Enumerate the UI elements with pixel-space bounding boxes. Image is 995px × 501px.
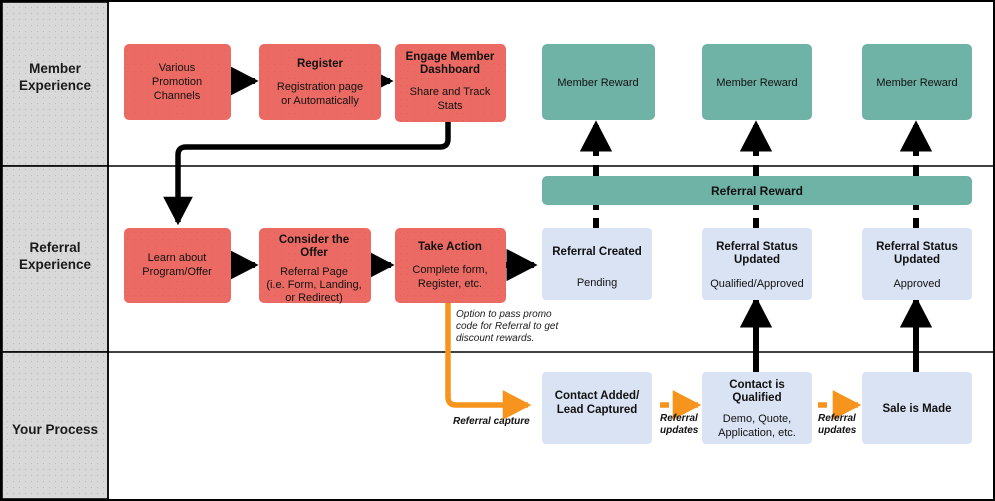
node-contact-is-qualified-sub-line2: Application, etc. — [718, 427, 796, 439]
node-engage-member-dashboard-title-line1: Engage Member — [406, 51, 495, 63]
node-contact-is-qualified[interactable]: Contact is Qualified Demo, Quote, Applic… — [702, 372, 812, 444]
swimlane-diagram-canvas: Member Experience Referral Experience Yo… — [0, 0, 995, 501]
node-register-sub-line1: Registration page — [277, 81, 363, 93]
lane-label-referral-experience-line2: Experience — [19, 257, 92, 272]
node-referral-created-shape[interactable] — [542, 228, 652, 300]
node-referral-status-updated-1-title-line2: Updated — [734, 254, 780, 266]
node-engage-member-dashboard[interactable]: Engage Member Dashboard Share and Track … — [395, 44, 506, 122]
node-member-reward-1[interactable]: Member Reward — [542, 44, 655, 120]
lane-label-your-process: Your Process — [12, 422, 98, 437]
node-referral-status-updated-1[interactable]: Referral Status Updated Qualified/Approv… — [702, 228, 812, 300]
node-referral-created-title: Referral Created — [552, 246, 641, 258]
node-member-reward-3-label: Member Reward — [876, 77, 957, 89]
node-take-action-title: Take Action — [418, 241, 482, 253]
node-consider-the-offer-sub-line2: (i.e. Form, Landing, — [266, 279, 361, 291]
node-take-action-sub-line2: Register, etc. — [418, 278, 482, 290]
node-sale-is-made[interactable]: Sale is Made — [862, 372, 972, 444]
node-engage-member-dashboard-title-line2: Dashboard — [420, 64, 480, 76]
annotation-referral-updates-2-line2: updates — [818, 425, 857, 436]
node-member-reward-3[interactable]: Member Reward — [862, 44, 972, 120]
annotation-referral-updates-1: Referral updates — [660, 413, 699, 436]
lane-label-referral-experience-line1: Referral — [29, 240, 80, 255]
node-member-reward-2-label: Member Reward — [716, 77, 797, 89]
node-referral-created[interactable]: Referral Created Pending — [542, 228, 652, 300]
node-take-action[interactable]: Take Action Complete form, Register, etc… — [395, 228, 506, 303]
annotation-promo-note-line2: code for Referral to get — [456, 321, 559, 332]
node-referral-status-updated-2-sub: Approved — [893, 278, 940, 290]
annotation-promo-note-line3: discount rewards. — [456, 333, 534, 344]
node-contact-added-lead-captured[interactable]: Contact Added/ Lead Captured — [542, 372, 652, 444]
diagram-svg: Member Experience Referral Experience Yo… — [0, 0, 995, 501]
node-contact-added-lead-captured-line2: Lead Captured — [557, 404, 638, 416]
node-sale-is-made-label: Sale is Made — [882, 403, 951, 415]
node-contact-is-qualified-title-line2: Qualified — [732, 392, 781, 404]
node-contact-added-lead-captured-line1: Contact Added/ — [555, 390, 640, 402]
node-referral-status-updated-1-sub: Qualified/Approved — [710, 278, 804, 290]
node-referral-created-sub: Pending — [577, 277, 617, 289]
node-various-promotion-channels[interactable]: Various Promotion Channels — [124, 44, 231, 120]
node-learn-about-program-line2: Program/Offer — [142, 266, 212, 278]
node-various-promotion-channels-line1: Various — [159, 62, 196, 74]
annotation-referral-updates-2: Referral updates — [818, 413, 857, 436]
node-contact-is-qualified-title-line1: Contact is — [729, 379, 785, 391]
node-referral-status-updated-1-title-line1: Referral Status — [716, 241, 798, 253]
node-member-reward-2[interactable]: Member Reward — [702, 44, 812, 120]
annotation-referral-updates-2-line1: Referral — [818, 413, 856, 424]
node-learn-about-program[interactable]: Learn about Program/Offer — [124, 228, 231, 303]
node-various-promotion-channels-line3: Channels — [154, 90, 201, 102]
node-consider-the-offer[interactable]: Consider the Offer Referral Page (i.e. F… — [259, 228, 371, 304]
node-consider-the-offer-title-line2: Offer — [300, 247, 328, 259]
node-engage-member-dashboard-sub-line1: Share and Track — [410, 86, 491, 98]
node-learn-about-program-line1: Learn about — [148, 252, 207, 264]
lane-label-member-experience-line1: Member — [29, 61, 82, 76]
node-consider-the-offer-title-line1: Consider the — [279, 234, 349, 246]
annotation-referral-updates-1-line1: Referral — [660, 413, 698, 424]
node-referral-reward-bar[interactable]: Referral Reward — [542, 176, 972, 205]
node-consider-the-offer-sub-line1: Referral Page — [280, 266, 348, 278]
node-register-sub-line2: or Automatically — [281, 95, 359, 107]
annotation-promo-note-line1: Option to pass promo — [456, 309, 552, 320]
annotation-referral-updates-1-line2: updates — [660, 425, 699, 436]
lane-label-member-experience-line2: Experience — [19, 78, 92, 93]
lane-label-your-process-line1: Your Process — [12, 422, 98, 437]
node-contact-is-qualified-sub-line1: Demo, Quote, — [723, 413, 791, 425]
node-take-action-sub-line1: Complete form, — [412, 264, 487, 276]
node-referral-status-updated-2-title-line1: Referral Status — [876, 241, 958, 253]
node-referral-reward-bar-label: Referral Reward — [711, 184, 803, 198]
node-consider-the-offer-sub-line3: or Redirect) — [285, 292, 342, 304]
node-register-title: Register — [297, 58, 344, 70]
annotation-referral-capture: Referral capture — [453, 416, 530, 427]
node-register[interactable]: Register Registration page or Automatica… — [259, 44, 381, 120]
node-referral-status-updated-2-title-line2: Updated — [894, 254, 940, 266]
node-engage-member-dashboard-sub-line2: Stats — [437, 100, 463, 112]
node-member-reward-1-label: Member Reward — [557, 77, 638, 89]
node-various-promotion-channels-line2: Promotion — [152, 76, 202, 88]
node-referral-status-updated-2[interactable]: Referral Status Updated Approved — [862, 228, 972, 300]
